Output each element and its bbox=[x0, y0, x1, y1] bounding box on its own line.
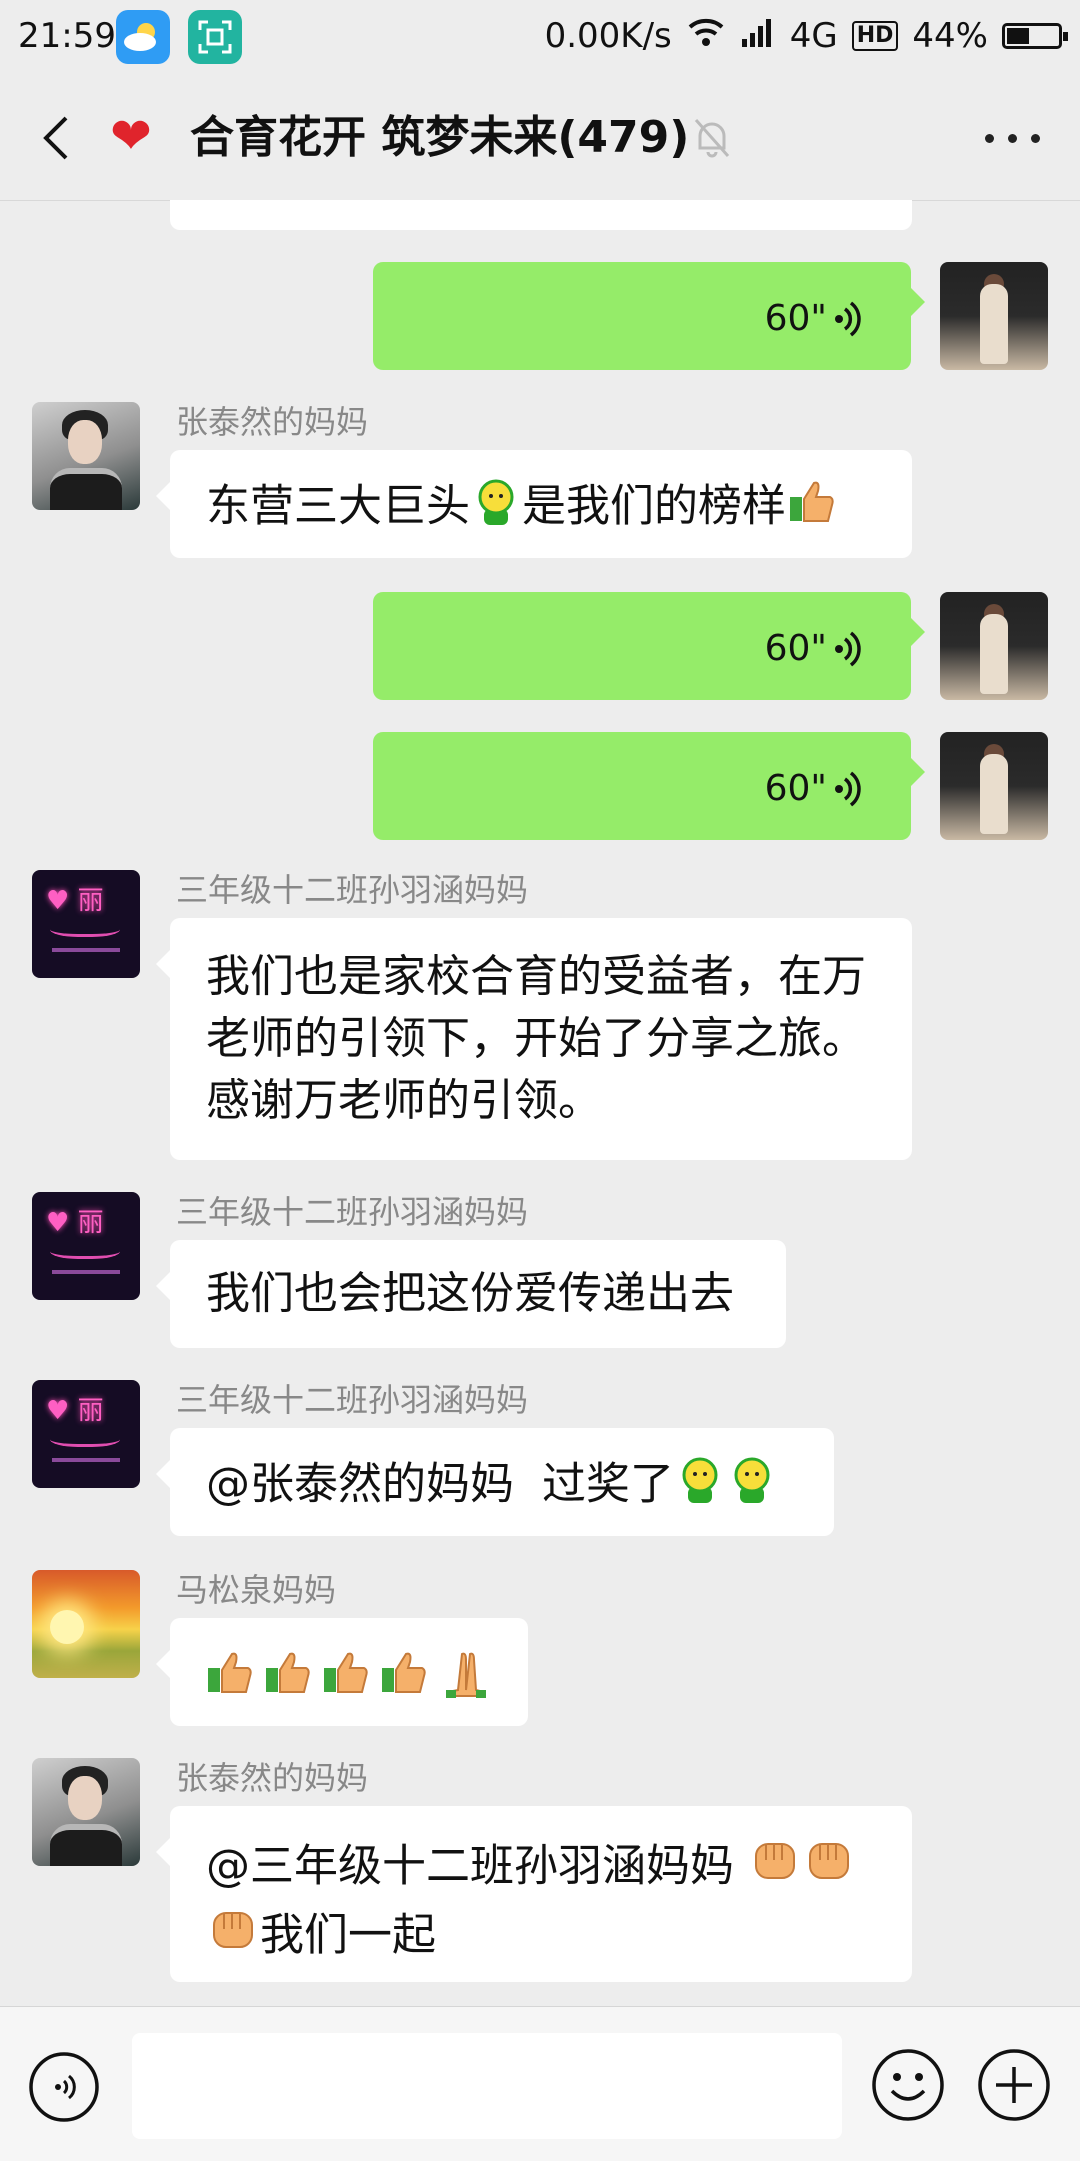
my-avatar[interactable] bbox=[940, 592, 1048, 700]
message-bubble[interactable]: 我们也是家校合育的受益者，在万 老师的引领下，开始了分享之旅。 感谢万老师的引领… bbox=[156, 918, 912, 1160]
my-avatar[interactable] bbox=[940, 732, 1048, 840]
voice-message-bubble[interactable]: 60" bbox=[373, 592, 925, 700]
network-type: 4G bbox=[789, 16, 838, 56]
more-dots-icon[interactable] bbox=[985, 134, 1040, 143]
chat-title[interactable]: 合育花开 筑梦未来(479) bbox=[190, 110, 689, 166]
avatar-zhang-mom[interactable] bbox=[32, 402, 140, 510]
voice-message-bubble[interactable]: 60" bbox=[373, 732, 925, 840]
thumbs-up-emoji bbox=[262, 1646, 320, 1713]
voice-wave-icon bbox=[835, 301, 861, 337]
mute-bell-icon bbox=[694, 119, 730, 158]
fist-emoji bbox=[802, 1834, 856, 1903]
status-time: 21:59 bbox=[18, 16, 116, 56]
heart-icon: ❤ bbox=[110, 107, 152, 165]
input-bar bbox=[0, 2006, 1080, 2161]
plus-icon[interactable] bbox=[976, 2047, 1052, 2123]
folded-hands-emoji bbox=[436, 1646, 494, 1713]
voice-duration: 60" bbox=[764, 768, 827, 809]
battery-percent: 44% bbox=[912, 16, 988, 56]
voice-wave-icon bbox=[835, 631, 861, 667]
sender-name: 三年级十二班孙羽涵妈妈 bbox=[176, 1193, 529, 1231]
smiley-face-emoji bbox=[674, 1453, 726, 1520]
fist-emoji bbox=[206, 1903, 260, 1972]
voice-duration: 60" bbox=[764, 628, 827, 669]
avatar-sun-yuhan-mom[interactable]: ♥ 丽 bbox=[32, 1192, 140, 1300]
avatar-sun-yuhan-mom[interactable]: ♥ 丽 bbox=[32, 1380, 140, 1488]
message-input[interactable] bbox=[132, 2033, 842, 2139]
network-speed: 0.00K/s bbox=[544, 16, 672, 56]
message-bubble[interactable]: 东营三大巨头 是我们的榜样 bbox=[156, 450, 912, 558]
battery-icon bbox=[1002, 23, 1068, 49]
status-bar: 21:59 0.00K/s 4G HD 44% bbox=[0, 0, 1080, 76]
emoji-icon[interactable] bbox=[870, 2047, 946, 2123]
sender-name: 三年级十二班孙羽涵妈妈 bbox=[176, 1381, 529, 1419]
message-bubble[interactable]: @三年级十二班孙羽涵妈妈 我们一起 bbox=[156, 1806, 912, 1982]
wifi-icon bbox=[686, 16, 726, 56]
voice-message-bubble[interactable]: 60" bbox=[373, 262, 925, 370]
voice-duration: 60" bbox=[764, 298, 827, 339]
message-bubble[interactable]: 我们也会把这份爱传递出去 bbox=[156, 1240, 786, 1348]
signal-icon bbox=[740, 16, 776, 56]
sender-name: 三年级十二班孙羽涵妈妈 bbox=[176, 871, 529, 909]
message-bubble[interactable] bbox=[156, 1618, 528, 1726]
smiley-face-emoji bbox=[470, 475, 522, 542]
chat-messages[interactable]: 60" 张泰然的妈妈 东营三大巨头 是我们的榜样 60" 60" ♥ 丽 三年级十… bbox=[0, 200, 1080, 2006]
thumbs-up-emoji bbox=[378, 1646, 436, 1713]
weather-icon bbox=[116, 10, 170, 64]
avatar-zhang-mom[interactable] bbox=[32, 1758, 140, 1866]
sender-name: 张泰然的妈妈 bbox=[176, 403, 369, 441]
message-bubble-partial bbox=[170, 200, 912, 230]
battery-fill bbox=[1007, 28, 1029, 44]
sender-name: 张泰然的妈妈 bbox=[176, 1759, 369, 1797]
fist-emoji bbox=[748, 1834, 802, 1903]
chat-header: ❤ 合育花开 筑梦未来(479) bbox=[0, 76, 1080, 201]
hd-badge: HD bbox=[851, 21, 899, 51]
sender-name: 马松泉妈妈 bbox=[176, 1571, 337, 1609]
thumbs-up-emoji bbox=[320, 1646, 378, 1713]
voice-wave-icon bbox=[835, 771, 861, 807]
avatar-ma-songquan-mom[interactable] bbox=[32, 1570, 140, 1678]
smiley-face-emoji bbox=[726, 1453, 778, 1520]
message-bubble[interactable]: @张泰然的妈妈 过奖了 bbox=[156, 1428, 834, 1536]
voice-input-icon[interactable] bbox=[28, 2051, 100, 2123]
avatar-sun-yuhan-mom[interactable]: ♥ 丽 bbox=[32, 870, 140, 978]
back-arrow-icon[interactable] bbox=[38, 114, 78, 162]
my-avatar[interactable] bbox=[940, 262, 1048, 370]
scan-icon bbox=[188, 10, 242, 64]
thumbs-up-emoji bbox=[786, 475, 838, 542]
thumbs-up-emoji bbox=[204, 1646, 262, 1713]
